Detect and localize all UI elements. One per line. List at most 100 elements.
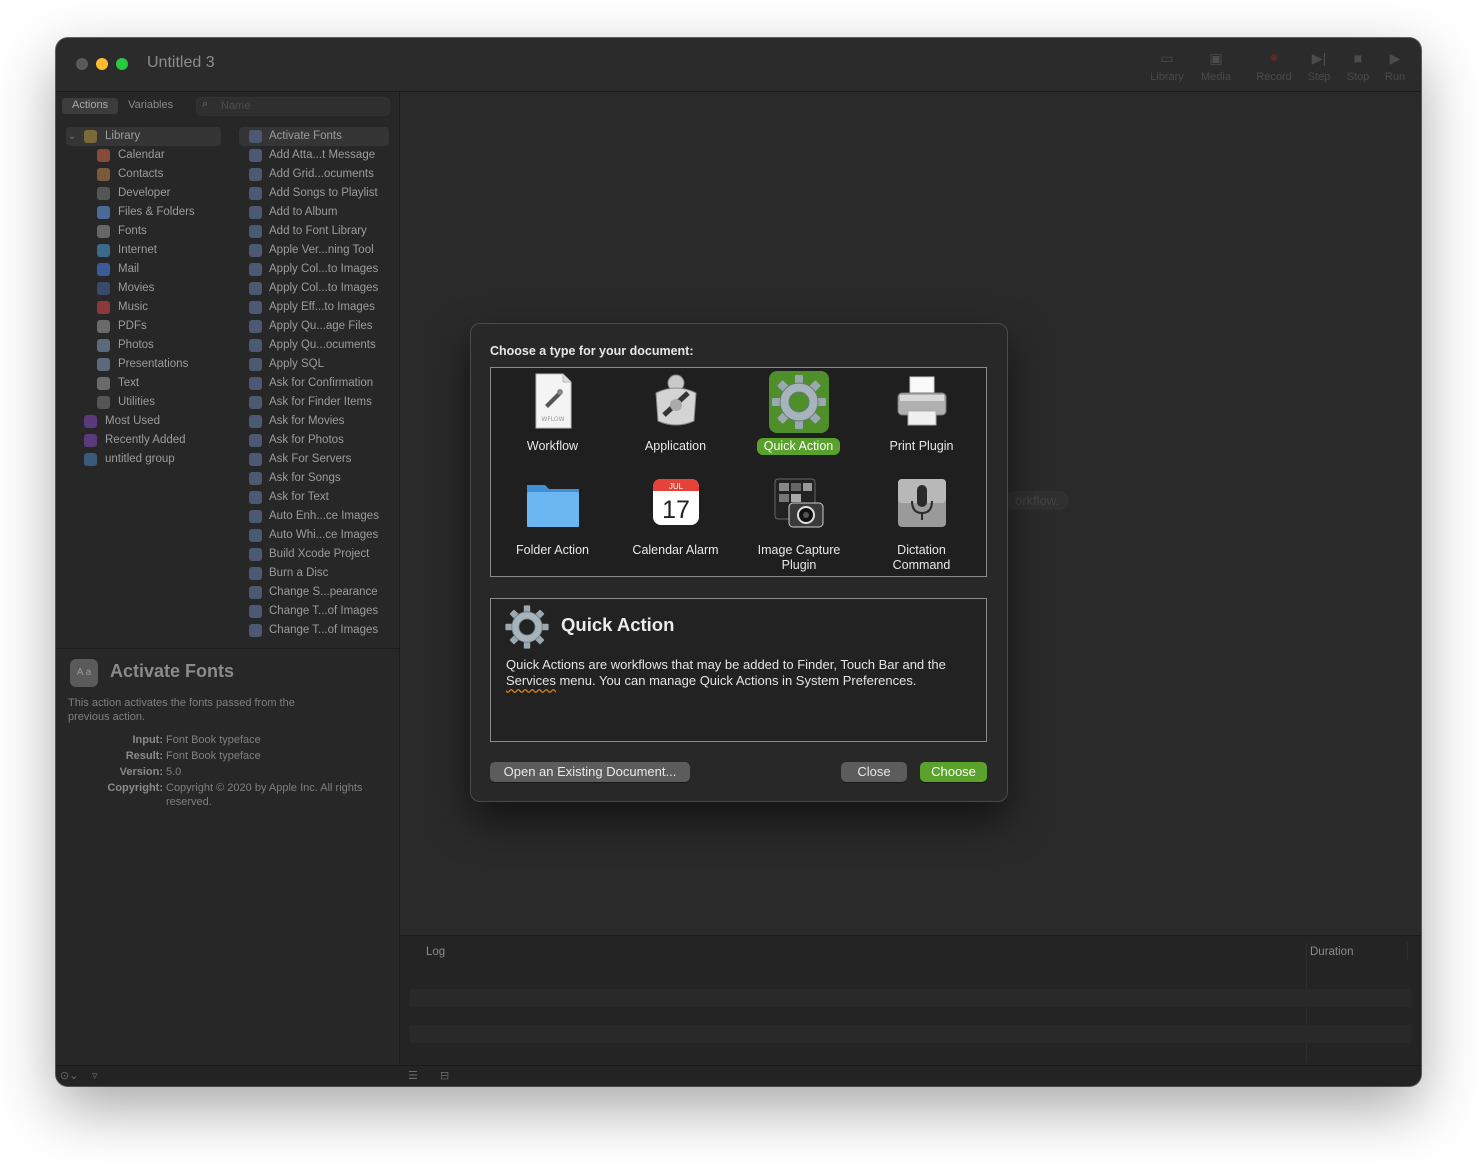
sidebar-item-most-used[interactable]: Most Used (66, 412, 221, 431)
document-type-grid: WFLOW Workflow Application Quick Action … (490, 367, 987, 577)
log-column-header[interactable]: Log (426, 946, 445, 958)
sidebar-item-contacts[interactable]: Contacts (66, 165, 221, 184)
sidebar-item-label: Library (105, 130, 141, 142)
choose-button[interactable]: Choose (920, 762, 987, 782)
action-list-item[interactable]: Auto Enh...ce Images (239, 507, 389, 526)
duration-column-header[interactable]: Duration (1310, 946, 1353, 958)
log-row (410, 1025, 1411, 1043)
action-list-item[interactable]: Apply Col...to Images (239, 260, 389, 279)
media-toolbar-button[interactable]: ▣ Media (1186, 48, 1246, 83)
disclosure-chevron-icon[interactable]: ⌄ (68, 127, 76, 146)
list-view-icon[interactable]: ☰ (408, 1069, 418, 1082)
sidebar-item-recently-added[interactable]: Recently Added (66, 431, 221, 450)
action-list-item[interactable]: Add to Font Library (239, 222, 389, 241)
close-window-button[interactable] (76, 58, 88, 70)
action-list-item[interactable]: Ask for Confirmation (239, 374, 389, 393)
action-list-item[interactable]: Add to Album (239, 203, 389, 222)
sidebar-item-internet[interactable]: Internet (66, 241, 221, 260)
zoom-window-button[interactable] (116, 58, 128, 70)
action-icon (249, 605, 262, 618)
sidebar-item-movies[interactable]: Movies (66, 279, 221, 298)
action-icon (249, 624, 262, 637)
action-list-item[interactable]: Change T...of Images (239, 602, 389, 621)
action-list-item[interactable]: Build Xcode Project (239, 545, 389, 564)
type-image-capture-plugin[interactable]: Image Capture Plugin (737, 475, 860, 574)
sidebar-item-presentations[interactable]: Presentations (66, 355, 221, 374)
minimize-window-button[interactable] (96, 58, 108, 70)
run-toolbar-button[interactable]: ▶ Run (1365, 48, 1421, 83)
type-print-plugin[interactable]: Print Plugin (860, 371, 983, 455)
text-icon (97, 377, 110, 390)
action-label: Apply SQL (269, 358, 324, 370)
action-icon (249, 453, 262, 466)
type-quick-action[interactable]: Quick Action (737, 371, 860, 455)
action-list-item[interactable]: Add Songs to Playlist (239, 184, 389, 203)
action-icon (249, 282, 262, 295)
action-list-item[interactable]: Auto Whi...ce Images (239, 526, 389, 545)
action-list-item[interactable]: Apple Ver...ning Tool (239, 241, 389, 260)
sidebar-item-developer[interactable]: Developer (66, 184, 221, 203)
action-menu-icon[interactable]: ⊙⌄ (60, 1069, 78, 1082)
font-book-icon: A a (70, 659, 98, 687)
split-view-icon[interactable]: ⊟ (440, 1069, 449, 1082)
sidebar-item-untitled-group[interactable]: untitled group (66, 450, 221, 469)
tab-variables[interactable]: Variables (118, 98, 183, 114)
action-list: Activate Fonts Add Atta...t Message Add Gr… (239, 127, 389, 637)
sidebar-item-library[interactable]: ⌄ Library (66, 127, 221, 146)
action-list-item[interactable]: Change S...pearance (239, 583, 389, 602)
tab-actions[interactable]: Actions (62, 98, 119, 114)
action-icon (249, 206, 262, 219)
sidebar-item-label: Movies (118, 282, 155, 294)
sidebar-item-calendar[interactable]: Calendar (66, 146, 221, 165)
sidebar-item-files-folders[interactable]: Files & Folders (66, 203, 221, 222)
camera-icon (769, 475, 829, 537)
sidebar-item-label: Internet (118, 244, 157, 256)
sidebar-item-utilities[interactable]: Utilities (66, 393, 221, 412)
sidebar-item-pdfs[interactable]: PDFs (66, 317, 221, 336)
action-label: Ask for Finder Items (269, 396, 372, 408)
type-calendar-alarm[interactable]: JUL 17 Calendar Alarm (614, 475, 737, 559)
action-list-item[interactable]: Activate Fonts (239, 127, 389, 146)
close-button[interactable]: Close (841, 762, 907, 782)
sidebar-item-text[interactable]: Text (66, 374, 221, 393)
sidebar-item-music[interactable]: Music (66, 298, 221, 317)
input-value: Font Book typeface (166, 734, 261, 746)
action-search-field[interactable]: ⌕ Name (196, 97, 390, 116)
action-list-item[interactable]: Add Atta...t Message (239, 146, 389, 165)
action-list-item[interactable]: Apply SQL (239, 355, 389, 374)
copyright-label: Copyright: (107, 782, 163, 794)
action-icon (249, 225, 262, 238)
action-icon (249, 263, 262, 276)
action-list-item[interactable]: Apply Qu...ocuments (239, 336, 389, 355)
log-pane: Log Duration (400, 935, 1421, 1067)
sidebar-item-photos[interactable]: Photos (66, 336, 221, 355)
sidebar-item-fonts[interactable]: Fonts (66, 222, 221, 241)
action-icon (249, 168, 262, 181)
type-workflow[interactable]: WFLOW Workflow (491, 371, 614, 455)
action-list-item[interactable]: Add Grid...ocuments (239, 165, 389, 184)
printer-icon (892, 371, 952, 433)
action-list-item[interactable]: Burn a Disc (239, 564, 389, 583)
type-application[interactable]: Application (614, 371, 737, 455)
action-label: Add to Font Library (269, 225, 367, 237)
action-list-item[interactable]: Ask for Text (239, 488, 389, 507)
untitled-group-icon (84, 453, 97, 466)
action-list-item[interactable]: Ask for Movies (239, 412, 389, 431)
type-dictation-command[interactable]: Dictation Command (860, 475, 983, 574)
description-toggle-icon[interactable]: ▿ (92, 1069, 98, 1082)
action-list-item[interactable]: Ask for Finder Items (239, 393, 389, 412)
action-list-item[interactable]: Ask for Songs (239, 469, 389, 488)
action-icon (249, 187, 262, 200)
type-folder-action[interactable]: Folder Action (491, 475, 614, 559)
action-list-item[interactable]: Change T...of Images (239, 621, 389, 637)
action-list-item[interactable]: Ask for Photos (239, 431, 389, 450)
library-toolbar-label: Library (1150, 71, 1184, 83)
sidebar-item-mail[interactable]: Mail (66, 260, 221, 279)
open-existing-document-button[interactable]: Open an Existing Document... (490, 762, 690, 782)
action-list-item[interactable]: Apply Qu...age Files (239, 317, 389, 336)
action-list-item[interactable]: Apply Eff...to Images (239, 298, 389, 317)
action-label: Apple Ver...ning Tool (269, 244, 374, 256)
run-toolbar-label: Run (1384, 71, 1406, 83)
action-list-item[interactable]: Apply Col...to Images (239, 279, 389, 298)
action-list-item[interactable]: Ask For Servers (239, 450, 389, 469)
